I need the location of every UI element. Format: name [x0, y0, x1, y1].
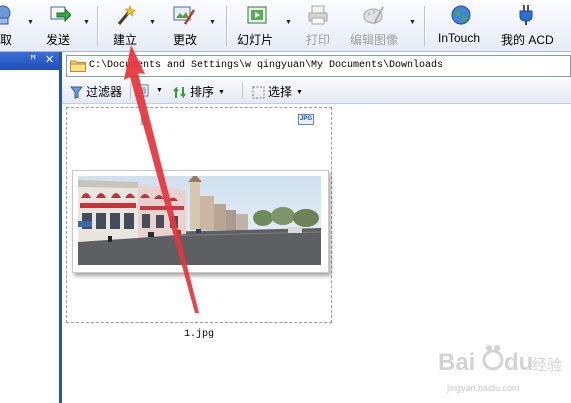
- create-dropdown-icon[interactable]: ▼: [149, 19, 156, 26]
- file-type-badge: JPG: [298, 114, 314, 125]
- svg-text:du: du: [504, 349, 533, 376]
- thumbnail-view-icon: [136, 84, 149, 97]
- thumbnail-image-frame[interactable]: [72, 170, 329, 273]
- main-toolbar: 取 ▼ 发送 ▼ 建立 ▼ 更改 ▼ 幻灯片 ▼ 打印 编辑图像 ▼ InTou…: [0, 0, 571, 52]
- edit-dropdown-icon[interactable]: ▼: [209, 19, 216, 26]
- street-photo-thumbnail: [78, 176, 321, 265]
- watermark-url: jingyan.baidu.com: [447, 383, 520, 393]
- select-dropdown-icon[interactable]: ▼: [296, 89, 303, 96]
- svg-text:经验: 经验: [532, 356, 562, 374]
- view-mode-button[interactable]: ▼: [136, 83, 163, 99]
- toolbar-separator: [242, 83, 243, 99]
- filter-label: 过滤器: [86, 85, 123, 99]
- edit-image-dropdown-icon[interactable]: ▼: [409, 19, 416, 26]
- address-bar[interactable]: C:\Documents and Settings\w qingyuan\My …: [66, 55, 571, 77]
- create-label: 建立: [113, 33, 138, 47]
- acquire-button[interactable]: 取 ▼: [0, 0, 34, 51]
- folder-icon: [70, 60, 86, 72]
- edit-label: 更改: [173, 33, 198, 47]
- slideshow-icon: [247, 6, 267, 24]
- select-icon: [252, 86, 265, 99]
- send-dropdown-icon[interactable]: ▼: [83, 19, 90, 26]
- slideshow-label: 幻灯片: [237, 33, 274, 47]
- print-label: 打印: [306, 33, 331, 47]
- edit-image-label: 编辑图像: [350, 33, 399, 47]
- print-button[interactable]: 打印: [300, 0, 340, 51]
- my-acd-label: 我的 ACD: [501, 33, 554, 47]
- svg-text:Bai: Bai: [438, 349, 475, 376]
- address-path[interactable]: C:\Documents and Settings\w qingyuan\My …: [89, 60, 443, 71]
- view-mode-dropdown-icon[interactable]: ▼: [156, 87, 163, 94]
- toolbar-separator: [424, 6, 426, 46]
- left-pane: [0, 70, 59, 403]
- filter-icon: [70, 86, 83, 100]
- plug-icon: [519, 5, 533, 25]
- intouch-label: InTouch: [438, 31, 481, 45]
- edit-paint-icon: [173, 6, 195, 25]
- toolbar-separator: [130, 83, 131, 99]
- acquire-icon: [0, 5, 11, 25]
- left-pane-header: ꟸ ✕: [0, 52, 59, 70]
- edit-image-button[interactable]: 编辑图像 ▼: [346, 0, 418, 51]
- send-icon: [50, 6, 71, 23]
- send-label: 发送: [46, 33, 71, 47]
- create-button[interactable]: 建立 ▼: [108, 0, 160, 51]
- toolbar-separator: [226, 6, 228, 46]
- browser-toolbar: 过滤器 ▼ 排序 ▼ 选择 ▼: [62, 79, 571, 104]
- my-acd-button[interactable]: 我的 ACD: [498, 0, 558, 51]
- close-pane-icon[interactable]: ✕: [45, 53, 54, 66]
- slideshow-dropdown-icon[interactable]: ▼: [285, 19, 292, 26]
- file-name-label[interactable]: 1.jpg: [184, 329, 214, 340]
- create-wand-icon: [117, 5, 136, 25]
- globe-icon: [451, 5, 471, 25]
- acquire-label: 取: [0, 33, 13, 47]
- send-button[interactable]: 发送 ▼: [40, 0, 92, 51]
- slideshow-button[interactable]: 幻灯片 ▼: [234, 0, 296, 51]
- sort-label: 排序: [190, 85, 215, 99]
- sort-dropdown-icon[interactable]: ▼: [218, 89, 225, 96]
- sort-icon: [173, 86, 186, 99]
- select-button[interactable]: 选择 ▼: [252, 83, 303, 99]
- select-label: 选择: [268, 85, 293, 99]
- edit-button[interactable]: 更改 ▼: [168, 0, 220, 51]
- sort-button[interactable]: 排序 ▼: [173, 83, 225, 99]
- edit-image-icon: [363, 6, 384, 25]
- toolbar-separator: [97, 6, 99, 46]
- intouch-button[interactable]: InTouch: [436, 0, 488, 51]
- acquire-dropdown-icon[interactable]: ▼: [27, 19, 34, 26]
- pin-icon[interactable]: ꟸ: [30, 53, 36, 66]
- printer-icon: [308, 5, 328, 25]
- tag-marker-icon: [141, 115, 147, 125]
- filter-button[interactable]: 过滤器: [70, 83, 123, 100]
